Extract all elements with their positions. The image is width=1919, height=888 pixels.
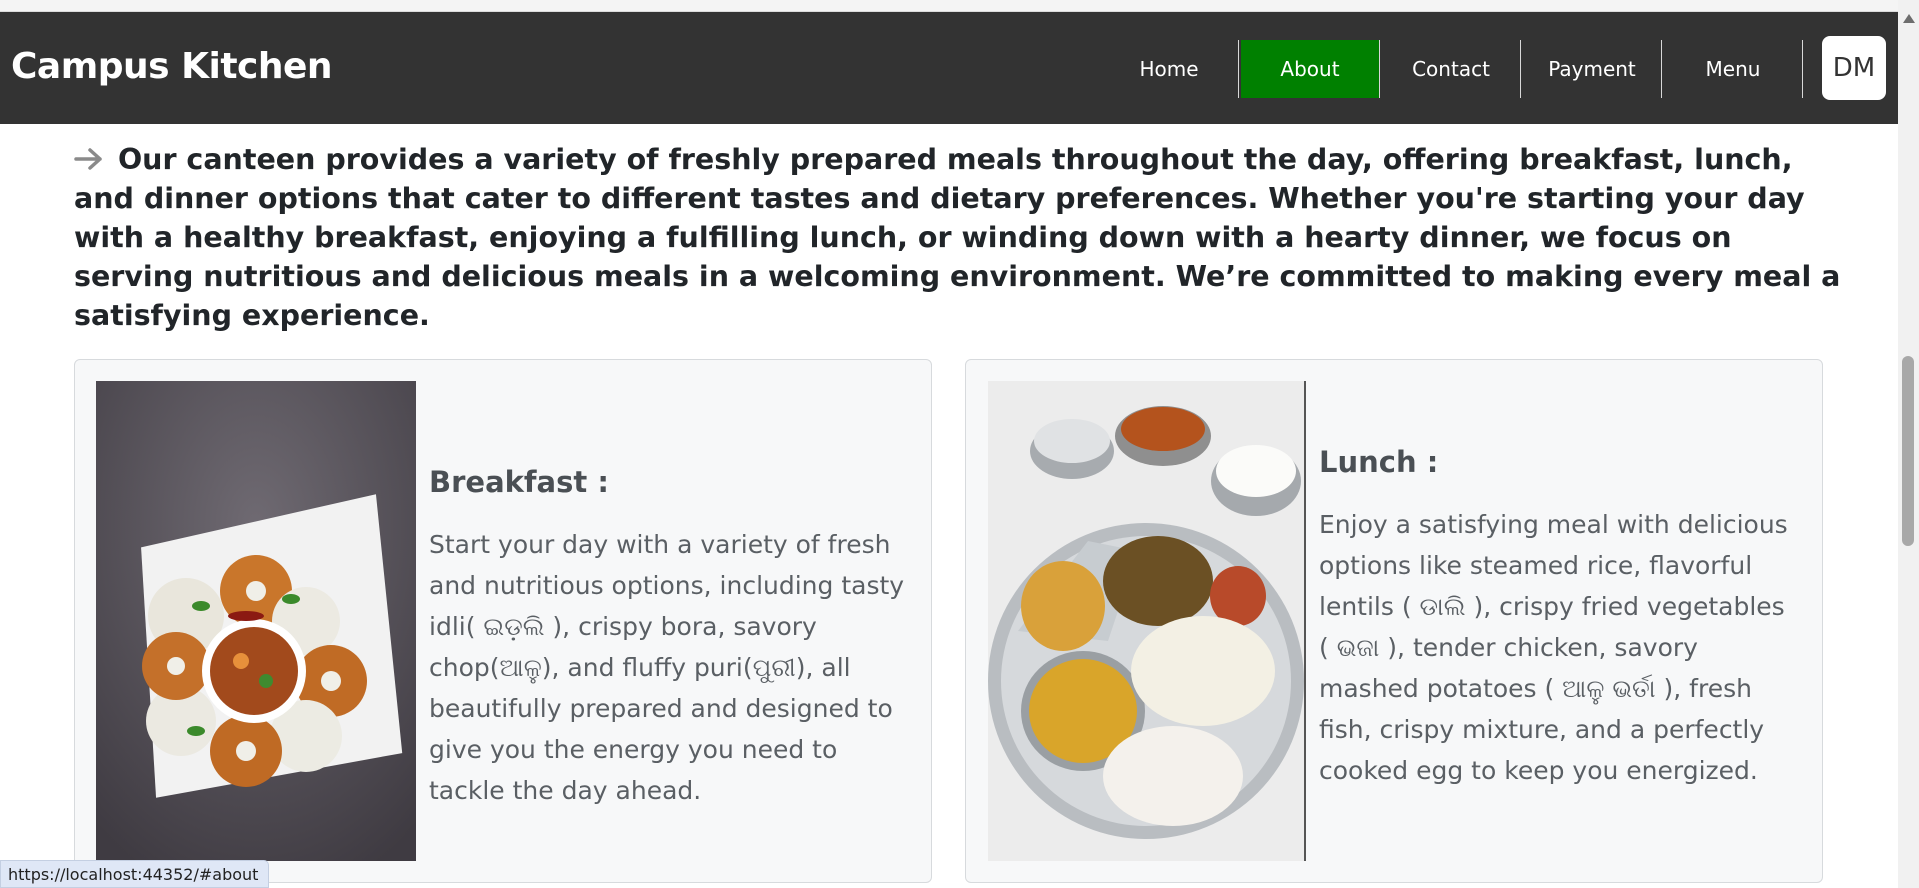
lunch-card: Lunch : Enjoy a satisfying meal with del… [965, 359, 1823, 883]
arrow-right-icon [74, 143, 114, 176]
browser-top-strip [0, 0, 1898, 12]
navbar: Campus Kitchen Home About Contact Paymen… [0, 12, 1898, 124]
user-avatar-button[interactable]: DM [1822, 36, 1886, 100]
lunch-image [988, 381, 1306, 861]
nav-payment[interactable]: Payment [1523, 40, 1662, 98]
nav-contact[interactable]: Contact [1382, 40, 1521, 98]
scroll-thumb[interactable] [1902, 356, 1914, 546]
breakfast-image [96, 381, 416, 861]
lunch-description: Enjoy a satisfying meal with delicious o… [1319, 510, 1788, 785]
nav-menu[interactable]: Menu [1664, 40, 1803, 98]
about-intro: Our canteen provides a variety of freshl… [74, 140, 1844, 335]
scroll-up-arrow-icon[interactable] [1903, 14, 1915, 23]
breakfast-title: Breakfast : [429, 465, 609, 499]
brand-title[interactable]: Campus Kitchen [11, 46, 333, 87]
nav-home[interactable]: Home [1100, 40, 1239, 98]
breakfast-card: Breakfast : Start your day with a variet… [74, 359, 932, 883]
vertical-scrollbar[interactable] [1898, 0, 1919, 888]
breakfast-description: Start your day with a variety of fresh a… [429, 530, 905, 805]
nav-about[interactable]: About [1241, 40, 1380, 98]
main-nav: Home About Contact Payment Menu [1100, 40, 1805, 98]
intro-text: Our canteen provides a variety of freshl… [74, 143, 1841, 332]
lunch-title: Lunch : [1319, 445, 1439, 479]
status-bar-url: https://localhost:44352/#about [0, 860, 270, 888]
